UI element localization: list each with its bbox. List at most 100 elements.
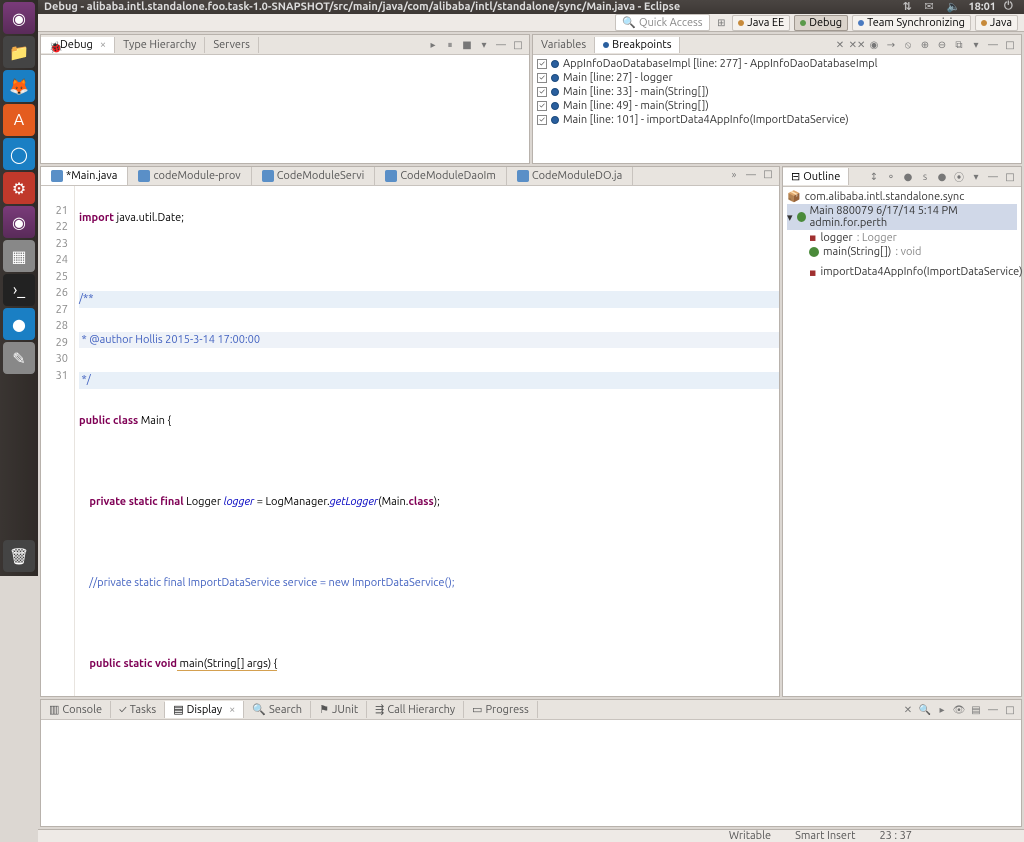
minimize-icon[interactable]: — xyxy=(986,170,1000,184)
tab-servers[interactable]: Servers xyxy=(205,37,259,53)
editor-body[interactable]: 21 22 23 24 25 26 27 28 29 30 31 import … xyxy=(41,186,779,696)
code-area[interactable]: import java.util.Date; /** * @author Hol… xyxy=(75,186,779,696)
launcher-app-icon[interactable]: A xyxy=(3,104,35,136)
sort-icon[interactable]: ↕ xyxy=(867,170,881,184)
breakpoint-item[interactable]: ✓Main [line: 49] - main(String[]) xyxy=(537,99,1017,113)
maximize-icon[interactable]: □ xyxy=(511,38,525,52)
launcher-trash-icon[interactable]: 🗑 xyxy=(3,540,35,572)
field-icon: ▪ xyxy=(809,231,816,244)
showbp-icon[interactable]: ◉ xyxy=(867,38,881,52)
tab-breakpoints[interactable]: Breakpoints xyxy=(595,37,680,53)
tab-callhierarchy[interactable]: ⇶Call Hierarchy xyxy=(367,701,464,718)
tab-search[interactable]: 🔍Search xyxy=(244,701,311,718)
expand-icon[interactable]: ⊕ xyxy=(918,38,932,52)
public-icon[interactable]: ● xyxy=(935,170,949,184)
breakpoint-item[interactable]: ✓Main [line: 27] - logger xyxy=(537,71,1017,85)
checkbox[interactable]: ✓ xyxy=(537,73,547,83)
outline-field[interactable]: ▪logger: Logger xyxy=(787,230,1017,245)
editor-tab-main[interactable]: *Main.java xyxy=(41,167,128,185)
outline-method[interactable]: ▪importData4AppInfo(ImportDataService): … xyxy=(787,259,1017,285)
close-icon[interactable]: × xyxy=(100,39,106,51)
tab-tasks[interactable]: ✓Tasks xyxy=(111,702,165,718)
workspace: Debug - alibaba.intl.standalone.foo.task… xyxy=(38,0,1024,576)
launcher-app6-icon[interactable]: ✎ xyxy=(3,342,35,374)
launcher-eclipse-icon[interactable]: ◉ xyxy=(3,206,35,238)
launcher-files-icon[interactable]: 📁 xyxy=(3,36,35,68)
editor-tab[interactable]: CodeModuleServi xyxy=(252,167,376,185)
breakpoint-item[interactable]: ✓Main [line: 101] - importData4AppInfo(I… xyxy=(537,113,1017,127)
display-body[interactable] xyxy=(41,720,1021,826)
exec-icon[interactable]: ▸ xyxy=(935,703,949,717)
editor-tab[interactable]: CodeModuleDO.ja xyxy=(507,167,633,185)
removeall-icon[interactable]: ✕✕ xyxy=(850,38,864,52)
launcher-app4-icon[interactable]: ▦ xyxy=(3,240,35,272)
remove-icon[interactable]: ✕ xyxy=(833,38,847,52)
collapse-icon[interactable]: ⊖ xyxy=(935,38,949,52)
menu-icon[interactable]: ▾ xyxy=(477,38,491,52)
maximize-icon[interactable]: □ xyxy=(1003,170,1017,184)
tab-outline[interactable]: ⊟Outline xyxy=(783,168,849,185)
tray-network-icon[interactable]: ⇅ xyxy=(902,0,916,14)
editor-tab[interactable]: CodeModuleDaoIm xyxy=(375,167,507,185)
tab-variables[interactable]: Variables xyxy=(533,37,595,53)
launcher-app3-icon[interactable]: ⚙ xyxy=(3,172,35,204)
checkbox[interactable]: ✓ xyxy=(537,87,547,97)
local-icon[interactable]: ⦿ xyxy=(952,170,966,184)
tray-sound-icon[interactable]: 🔈 xyxy=(946,0,960,14)
tab-display[interactable]: ▤Display× xyxy=(165,701,244,718)
fields-icon[interactable]: ● xyxy=(901,170,915,184)
outline-package[interactable]: 📦com.alibaba.intl.standalone.sync xyxy=(787,189,1017,204)
maximize-icon[interactable]: □ xyxy=(761,167,775,181)
quick-access-input[interactable]: 🔍 Quick Access xyxy=(615,14,710,31)
launcher-app5-icon[interactable]: ● xyxy=(3,308,35,340)
tab-debug[interactable]: 🐞Debug× xyxy=(41,37,115,53)
skip-icon[interactable]: ⦸ xyxy=(901,38,915,52)
minimize-icon[interactable]: — xyxy=(744,167,758,181)
minimize-icon[interactable]: — xyxy=(494,38,508,52)
perspective-teamsync[interactable]: Team Synchronizing xyxy=(852,15,971,31)
editor-tab[interactable]: codeModule-prov xyxy=(128,167,251,185)
perspective-java[interactable]: Java xyxy=(975,15,1018,31)
outline-class[interactable]: ▾Main 880079 6/17/14 5:14 PM admin.for.p… xyxy=(787,204,1017,230)
checkbox[interactable]: ✓ xyxy=(537,59,547,69)
launcher-terminal-icon[interactable]: ›_ xyxy=(3,274,35,306)
inspect-icon[interactable]: 🔍 xyxy=(918,703,932,717)
breakpoint-icon xyxy=(551,88,559,96)
launcher-firefox-icon[interactable]: 🦊 xyxy=(3,70,35,102)
suspend-icon[interactable]: ⏸ xyxy=(443,38,457,52)
checkbox[interactable]: ✓ xyxy=(537,101,547,111)
clear-icon[interactable]: ✕ xyxy=(901,703,915,717)
checkbox[interactable]: ✓ xyxy=(537,115,547,125)
tray-mail-icon[interactable]: ✉ xyxy=(924,0,938,14)
tab-progress[interactable]: ▭Progress xyxy=(464,701,538,718)
tray-power-icon[interactable]: ⏻ xyxy=(1004,0,1018,14)
perspective-switch-icon[interactable]: ⊞ xyxy=(714,16,728,30)
outline-method[interactable]: main(String[]): void xyxy=(787,245,1017,259)
launcher-dash-icon[interactable]: ◉ xyxy=(3,2,35,34)
menu-icon[interactable]: ▾ xyxy=(969,38,983,52)
static-icon[interactable]: s xyxy=(918,170,932,184)
breakpoint-item[interactable]: ✓AppInfoDaoDatabaseImpl [line: 277] - Ap… xyxy=(537,57,1017,71)
minimize-icon[interactable]: — xyxy=(986,703,1000,717)
watch-icon[interactable]: 👁 xyxy=(952,703,966,717)
link-icon[interactable]: ⧉ xyxy=(952,38,966,52)
minimize-icon[interactable]: — xyxy=(986,38,1000,52)
tab-type-hierarchy[interactable]: Type Hierarchy xyxy=(115,37,205,53)
resume-icon[interactable]: ▸ xyxy=(426,38,440,52)
clock[interactable]: 18:01 xyxy=(968,1,996,13)
tab-list-icon[interactable]: » xyxy=(727,167,741,181)
menu-icon[interactable]: ▾ xyxy=(969,170,983,184)
tab-junit[interactable]: ⚑JUnit xyxy=(311,701,367,718)
perspective-javaee[interactable]: Java EE xyxy=(732,15,790,31)
filter-icon[interactable]: ⚬ xyxy=(884,170,898,184)
launcher-app2-icon[interactable]: ◯ xyxy=(3,138,35,170)
close-icon[interactable]: × xyxy=(229,704,235,716)
perspective-debug[interactable]: Debug xyxy=(794,15,848,31)
breakpoint-item[interactable]: ✓Main [line: 33] - main(String[]) xyxy=(537,85,1017,99)
goto-icon[interactable]: → xyxy=(884,38,898,52)
menu-icon[interactable]: ▤ xyxy=(969,703,983,717)
stop-icon[interactable]: ■ xyxy=(460,38,474,52)
maximize-icon[interactable]: □ xyxy=(1003,703,1017,717)
maximize-icon[interactable]: □ xyxy=(1003,38,1017,52)
tab-console[interactable]: ▥Console xyxy=(41,701,111,718)
